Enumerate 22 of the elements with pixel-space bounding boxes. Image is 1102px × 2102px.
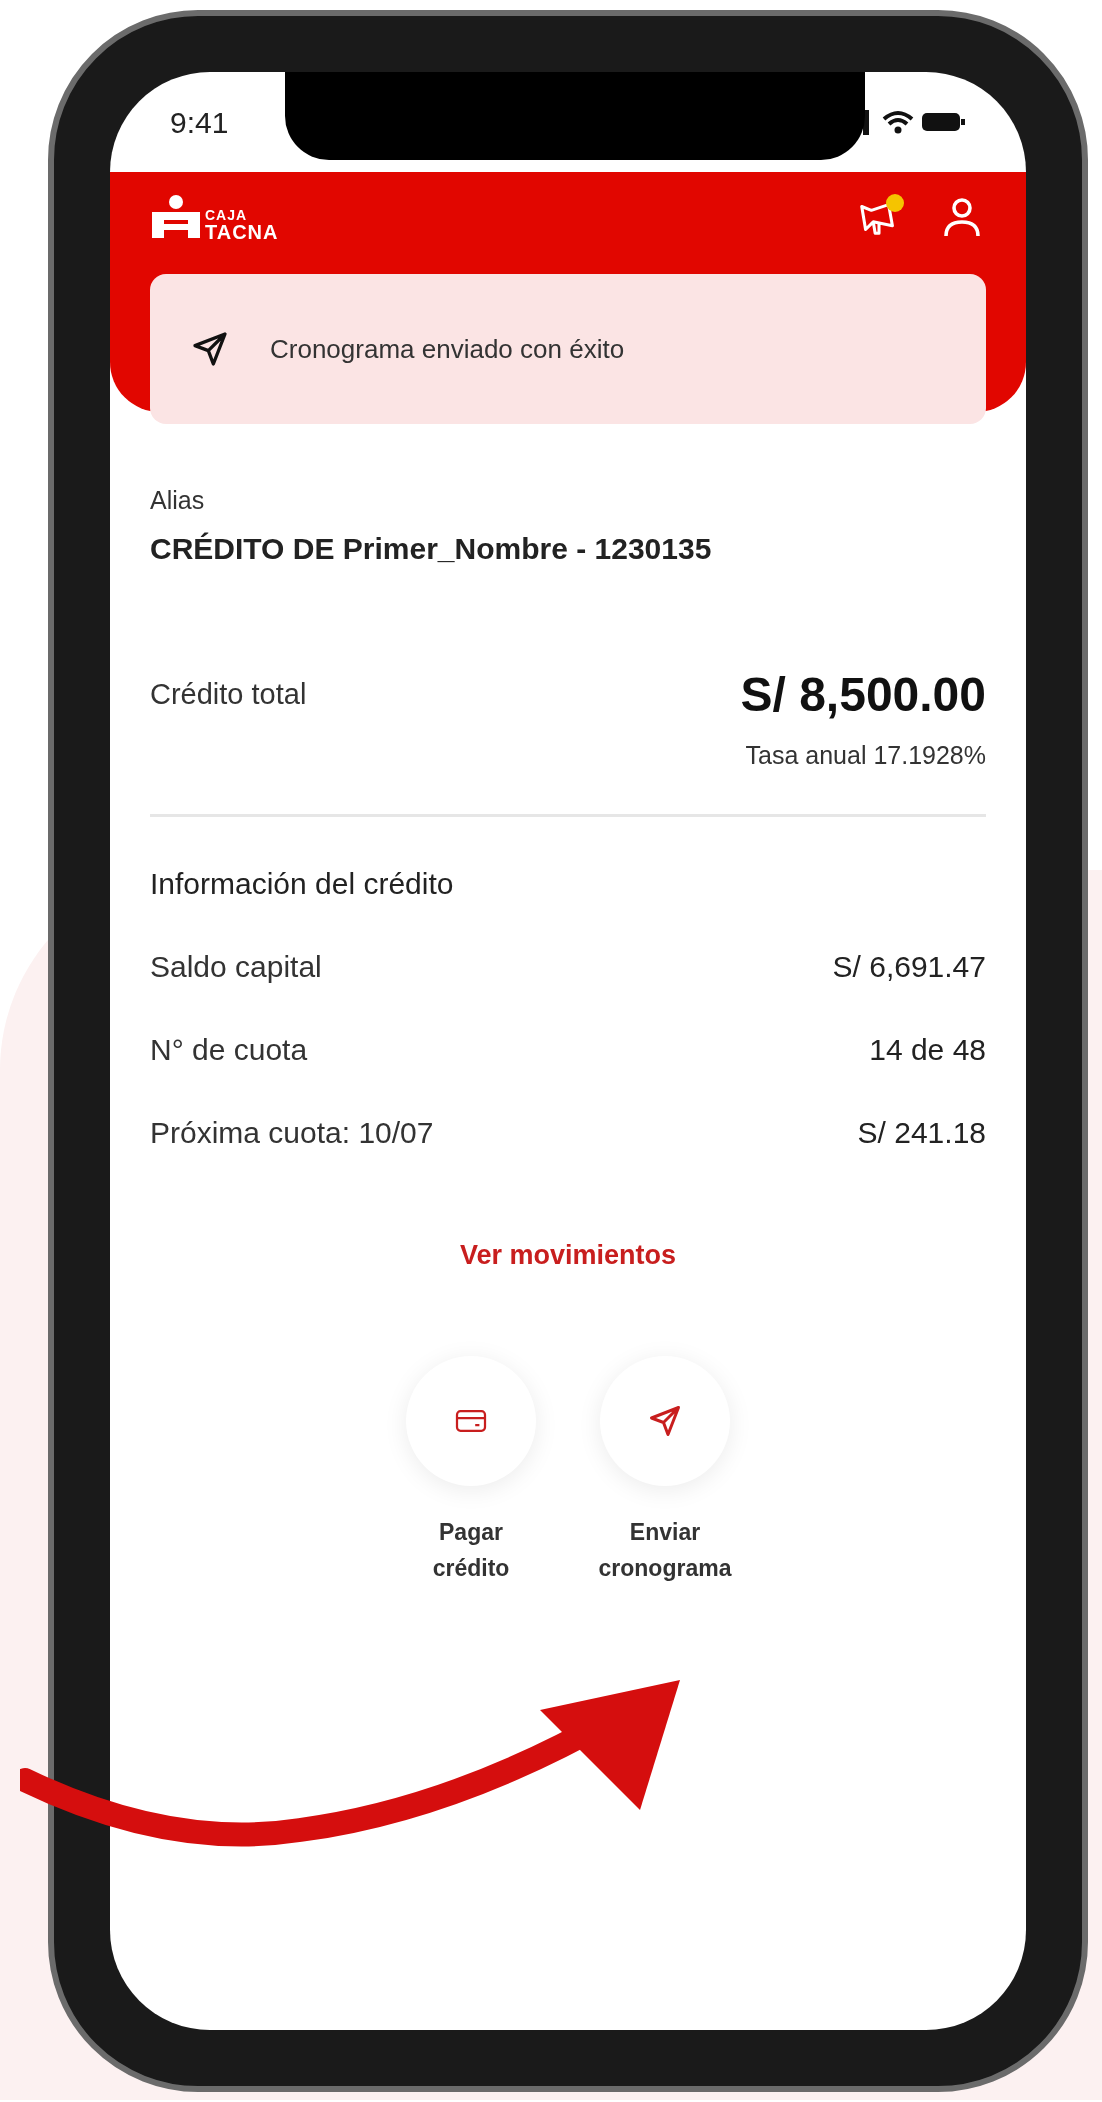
send-icon [190, 329, 230, 369]
credit-total-label: Crédito total [150, 676, 307, 712]
info-value: S/ 6,691.47 [832, 949, 986, 985]
action-button[interactable]: Pagar crédito [391, 1355, 551, 1588]
action-label: Pagar crédito [432, 1517, 510, 1584]
ver-movimientos-link[interactable]: Ver movimientos [459, 1235, 677, 1276]
alias-label: Alias [150, 485, 206, 516]
info-value: 14 de 48 [869, 1032, 986, 1068]
toast-message: Cronograma enviado con éxito [270, 332, 625, 366]
logo-text: CAJA [205, 208, 249, 222]
action-button[interactable]: Enviar cronograma [585, 1355, 745, 1588]
section-title: Información del crédito [150, 866, 455, 902]
info-value: S/ 241.18 [857, 1115, 986, 1151]
annual-rate: Tasa anual 17.1928% [745, 739, 986, 771]
info-label: Saldo capital [150, 949, 322, 985]
credit-total-amount: S/ 8,500.00 [740, 666, 986, 723]
action-label: Enviar cronograma [598, 1517, 732, 1584]
logo-text: TACNA [205, 222, 279, 242]
info-label: N° de cuota [150, 1032, 308, 1068]
alias-value: CRÉDITO DE Primer_Nombre - 1230135 [150, 530, 713, 567]
info-label: Próxima cuota: 10/07 [150, 1115, 434, 1151]
status-time: 9:41 [170, 104, 229, 141]
